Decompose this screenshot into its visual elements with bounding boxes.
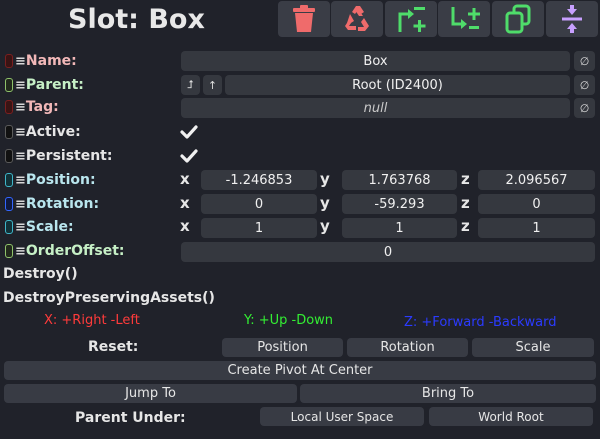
reset-label: Reset: [88, 339, 139, 355]
active-label-group: ≡ Active: [5, 122, 81, 142]
parent-up-arrow-button[interactable]: ⮥ [181, 75, 200, 95]
name-label-group: ≡ Name: [5, 51, 77, 71]
parent-label-group: ≡ Parent: [5, 75, 84, 95]
parent-label: Parent: [25, 77, 84, 93]
scale-z-field[interactable]: 1 [478, 218, 595, 238]
position-label: Position: [25, 172, 96, 188]
color-swatch [5, 220, 13, 234]
rotation-x-field[interactable]: 0 [201, 194, 317, 214]
reset-position-button[interactable]: Position [222, 338, 343, 357]
position-z-field[interactable]: 2.096567 [478, 170, 595, 190]
rotation-label: Rotation: [25, 196, 100, 212]
color-swatch [5, 173, 13, 187]
axis-z-label: z [461, 170, 470, 188]
color-swatch [5, 244, 13, 258]
reset-rotation-button[interactable]: Rotation [347, 338, 468, 357]
reset-scale-button[interactable]: Scale [472, 338, 594, 357]
parent-under-label: Parent Under: [75, 410, 186, 426]
name-label: Name: [25, 53, 77, 69]
axis-x-label: x [180, 170, 190, 188]
x-axis-legend: X: +Right -Left [44, 313, 140, 328]
local-user-space-button[interactable]: Local User Space [260, 407, 424, 426]
collapse-icon [562, 5, 582, 33]
page-title: Slot: Box [68, 4, 205, 35]
position-x-field[interactable]: -1.246853 [201, 170, 317, 190]
name-null-button[interactable]: ∅ [574, 51, 595, 71]
drag-handle-icon[interactable]: ≡ [15, 220, 26, 235]
name-field[interactable]: Box [181, 51, 570, 71]
position-label-group: ≡ Position: [5, 170, 96, 190]
order-offset-label-group: ≡ OrderOffset: [5, 241, 125, 261]
parent-go-button[interactable]: ↑ [203, 75, 222, 95]
color-swatch [5, 100, 13, 114]
persistent-checkbox[interactable] [180, 147, 198, 165]
color-swatch [5, 197, 13, 211]
axis-x-label: x [180, 217, 190, 235]
axis-x-label: x [180, 194, 190, 212]
add-child-icon [451, 7, 480, 29]
world-root-button[interactable]: World Root [429, 407, 593, 426]
active-label: Active: [25, 124, 81, 140]
drag-handle-icon[interactable]: ≡ [15, 244, 26, 259]
collapse-button[interactable] [546, 1, 598, 37]
duplicate-button[interactable] [492, 1, 544, 37]
trash-icon [293, 5, 315, 32]
checkmark-icon [180, 149, 198, 163]
persistent-label: Persistent: [25, 148, 113, 164]
rotation-y-field[interactable]: -59.293 [342, 194, 457, 214]
color-swatch [5, 54, 13, 68]
recycle-icon [345, 6, 369, 31]
parent-field[interactable]: Root (ID2400) [225, 75, 570, 95]
create-pivot-button[interactable]: Create Pivot At Center [4, 361, 596, 380]
scale-y-field[interactable]: 1 [342, 218, 457, 238]
y-axis-legend: Y: +Up -Down [244, 313, 334, 328]
drag-handle-icon[interactable]: ≡ [15, 125, 26, 140]
color-swatch [5, 125, 13, 139]
delete-button[interactable] [278, 1, 330, 37]
rotation-z-field[interactable]: 0 [478, 194, 595, 214]
scale-label: Scale: [25, 219, 74, 235]
bring-to-button[interactable]: Bring To [300, 384, 596, 403]
drag-handle-icon[interactable]: ≡ [15, 78, 26, 93]
tag-label: Tag: [25, 99, 59, 115]
axis-y-label: y [320, 170, 330, 188]
parent-null-button[interactable]: ∅ [574, 75, 595, 95]
axis-z-label: z [461, 217, 470, 235]
color-swatch [5, 78, 13, 92]
checkmark-icon [180, 125, 198, 139]
color-swatch [5, 149, 13, 163]
drag-handle-icon[interactable]: ≡ [15, 197, 26, 212]
axis-y-label: y [320, 194, 330, 212]
duplicate-icon [505, 4, 531, 34]
destroy-preserving-assets-method[interactable]: DestroyPreservingAssets() [3, 289, 215, 307]
persistent-label-group: ≡ Persistent: [5, 146, 112, 166]
axis-y-label: y [320, 217, 330, 235]
insert-parent-icon [398, 7, 426, 32]
scale-label-group: ≡ Scale: [5, 217, 74, 237]
drag-handle-icon[interactable]: ≡ [15, 149, 26, 164]
jump-to-button[interactable]: Jump To [4, 384, 297, 403]
active-checkbox[interactable] [180, 123, 198, 141]
drag-handle-icon[interactable]: ≡ [15, 100, 26, 115]
scale-x-field[interactable]: 1 [201, 218, 317, 238]
drag-handle-icon[interactable]: ≡ [15, 173, 26, 188]
z-axis-legend: Z: +Forward -Backward [404, 315, 557, 330]
destroy-method[interactable]: Destroy() [3, 265, 78, 283]
tag-label-group: ≡ Tag: [5, 97, 59, 117]
tag-null-button[interactable]: ∅ [574, 98, 595, 118]
destroy-preserving-button[interactable] [331, 1, 383, 37]
rotation-label-group: ≡ Rotation: [5, 194, 99, 214]
insert-parent-button[interactable] [385, 1, 437, 37]
add-child-button[interactable] [438, 1, 490, 37]
order-offset-field[interactable]: 0 [181, 242, 595, 262]
position-y-field[interactable]: 1.763768 [342, 170, 457, 190]
order-offset-label: OrderOffset: [25, 243, 125, 259]
axis-z-label: z [461, 194, 470, 212]
drag-handle-icon[interactable]: ≡ [15, 54, 26, 69]
tag-field[interactable]: null [181, 98, 570, 118]
